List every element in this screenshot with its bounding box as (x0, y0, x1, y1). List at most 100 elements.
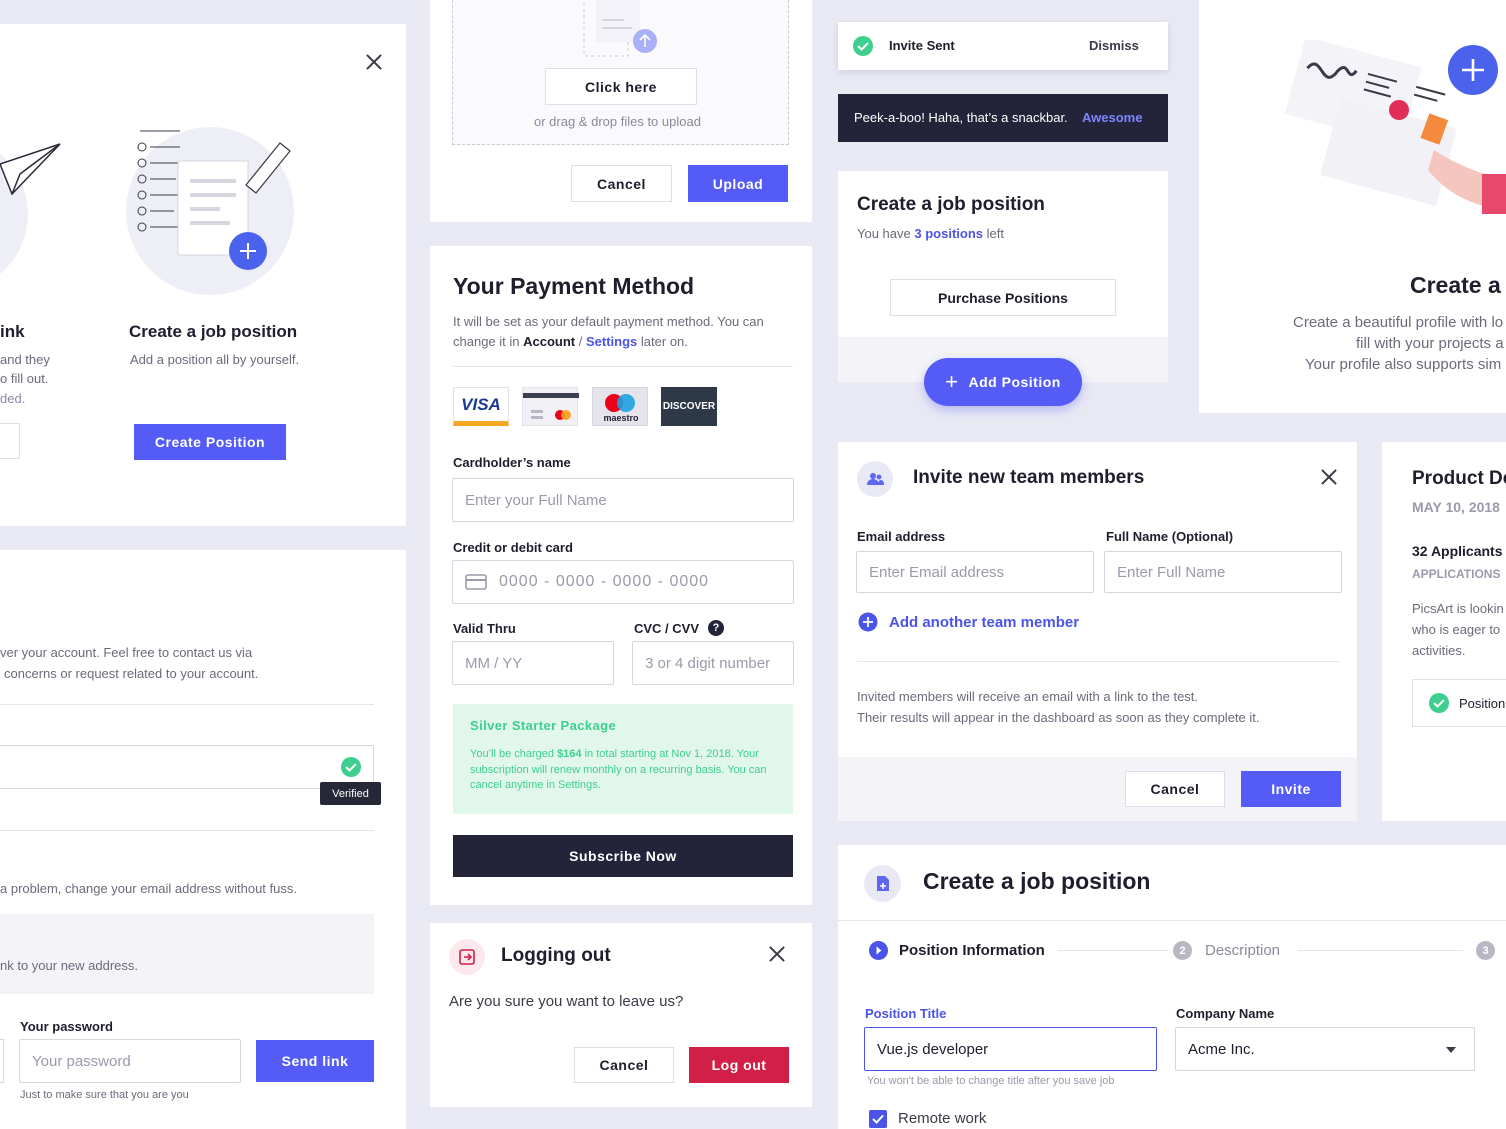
partial-line-3: ded. (0, 391, 26, 406)
package-title: Silver Starter Package (470, 718, 617, 733)
check-circle-icon (853, 36, 873, 56)
maestro-card-option[interactable]: maestro (592, 387, 648, 426)
account-settings-card: ver your account. Feel free to contact u… (0, 550, 406, 1129)
full-name-label: Full Name (Optional) (1106, 529, 1234, 544)
positions-title: Create a job position (857, 194, 1045, 215)
applicants-count: 32 Applicants (1412, 543, 1503, 559)
invite-button[interactable]: Invite (1241, 771, 1341, 807)
card-label: Credit or debit card (453, 540, 573, 555)
email-label: Email address (857, 529, 946, 544)
step-description[interactable]: 2 Description (1173, 941, 1280, 960)
divider (838, 920, 1506, 921)
visa-card-option[interactable]: VISA (453, 387, 509, 426)
email-help-text: a problem, change your email address wit… (0, 881, 297, 896)
positions-left-text: You have 3 positions left (857, 226, 1004, 241)
profile-title: Create a (1410, 272, 1501, 298)
account-desc-line-2: concerns or request related to your acco… (4, 666, 259, 681)
toast-notification: Invite Sent Dismiss (838, 22, 1168, 70)
valid-thru-input[interactable]: MM / YY (452, 641, 614, 685)
close-icon[interactable] (768, 945, 786, 963)
cvc-input[interactable]: 3 or 4 digit number (632, 641, 794, 685)
profile-line-3: Your profile also supports sim (1305, 356, 1502, 373)
product-desc-2: who is eager to (1412, 622, 1501, 637)
position-badge: Position (1412, 679, 1506, 727)
subscribe-button[interactable]: Subscribe Now (453, 835, 793, 877)
password-label: Your password (20, 1019, 113, 1034)
drag-drop-text: or drag & drop files to upload (534, 114, 701, 129)
verified-check-icon (341, 757, 361, 777)
invite-info-line-1: Invited members will receive an email wi… (857, 689, 1199, 704)
logout-icon (449, 939, 485, 975)
upload-cancel-button[interactable]: Cancel (571, 165, 672, 202)
close-icon[interactable] (1320, 468, 1338, 486)
click-here-button[interactable]: Click here (545, 68, 697, 105)
step-connector (1058, 950, 1168, 951)
password-help: Just to make sure that you are you (20, 1089, 189, 1101)
product-date: MAY 10, 2018 (1412, 499, 1500, 515)
discover-card-option[interactable]: DISCOVER (661, 387, 717, 426)
position-title-label: Position Title (865, 1006, 947, 1021)
partial-input[interactable] (0, 1039, 4, 1083)
logout-cancel-button[interactable]: Cancel (574, 1047, 674, 1083)
partial-line-1: and they (0, 352, 50, 367)
applications-label: APPLICATIONS (1412, 567, 1501, 581)
invite-info-line-2: Their results will appear in the dashboa… (857, 710, 1260, 725)
logout-question: Are you sure you want to leave us? (449, 993, 684, 1010)
logout-confirm-button[interactable]: Log out (689, 1047, 789, 1083)
password-input[interactable]: Your password (19, 1039, 241, 1083)
step-connector (1298, 950, 1463, 951)
divider (0, 704, 374, 705)
partial-line-2: o fill out. (0, 371, 49, 386)
caret-down-icon (1446, 1047, 1456, 1053)
partial-button[interactable] (0, 423, 20, 459)
info-text: nk to your new address. (0, 958, 139, 973)
company-name-select[interactable]: Acme Inc. (1175, 1027, 1475, 1071)
logout-title: Logging out (501, 945, 611, 966)
card-number-input[interactable]: 0000 - 0000 - 0000 - 0000 (452, 560, 794, 604)
help-icon[interactable]: ? (708, 620, 724, 636)
product-title: Product De (1412, 468, 1506, 489)
document-add-icon (864, 865, 901, 902)
payment-desc: It will be set as your default payment m… (453, 314, 764, 349)
profile-card: Create a Create a beautiful profile with… (1199, 0, 1506, 413)
add-member-link[interactable]: Add another team member (858, 612, 1079, 632)
send-link-button[interactable]: Send link (256, 1040, 374, 1082)
snackbar-text: Peek-a-boo! Haha, that’s a snackbar. (854, 110, 1068, 125)
create-position-button[interactable]: Create Position (134, 424, 286, 460)
cardholder-input[interactable]: Enter your Full Name (452, 478, 794, 522)
document-illustration (126, 127, 294, 295)
valid-thru-label: Valid Thru (453, 621, 516, 636)
cvc-label: CVC / CVV (634, 621, 700, 636)
credit-card-icon (465, 574, 487, 590)
position-title-input[interactable]: Vue.js developer (864, 1027, 1157, 1071)
invite-cancel-button[interactable]: Cancel (1125, 771, 1225, 807)
toast-dismiss[interactable]: Dismiss (1089, 38, 1139, 53)
positions-card: Create a job position You have 3 positio… (838, 171, 1168, 406)
email-field[interactable] (0, 745, 374, 789)
position-title-help: You won't be able to change title after … (867, 1075, 1115, 1087)
full-name-input[interactable]: Enter Full Name (1104, 551, 1342, 593)
logout-dialog: Logging out Are you sure you want to lea… (430, 923, 812, 1107)
check-circle-icon (1429, 693, 1449, 713)
job-card-subtitle: Add a position all by yourself. (130, 352, 300, 367)
add-position-button[interactable]: + Add Position (924, 358, 1082, 406)
purchase-positions-button[interactable]: Purchase Positions (890, 279, 1116, 316)
snackbar-action[interactable]: Awesome (1082, 110, 1142, 125)
info-box (0, 914, 374, 994)
company-name-label: Company Name (1176, 1006, 1275, 1021)
close-icon[interactable] (365, 53, 383, 71)
product-desc-3: activities. (1412, 643, 1466, 658)
step-position-information[interactable]: Position Information (869, 941, 1045, 960)
upload-card: Click here or drag & drop files to uploa… (430, 0, 812, 222)
upload-button[interactable]: Upload (688, 165, 788, 202)
cardholder-label: Cardholder’s name (453, 455, 571, 470)
mastercard-option[interactable] (522, 387, 579, 426)
email-input[interactable]: Enter Email address (856, 551, 1094, 593)
package-desc: You’ll be charged $164 in total starting… (470, 748, 767, 791)
package-box: Silver Starter Package You’ll be charged… (453, 704, 793, 814)
product-card: Product De MAY 10, 2018 32 Applicants AP… (1382, 442, 1506, 821)
remote-work-checkbox[interactable] (869, 1110, 887, 1128)
step-three[interactable]: 3 (1476, 941, 1495, 960)
step-number: 2 (1173, 941, 1192, 960)
team-icon (857, 461, 893, 497)
